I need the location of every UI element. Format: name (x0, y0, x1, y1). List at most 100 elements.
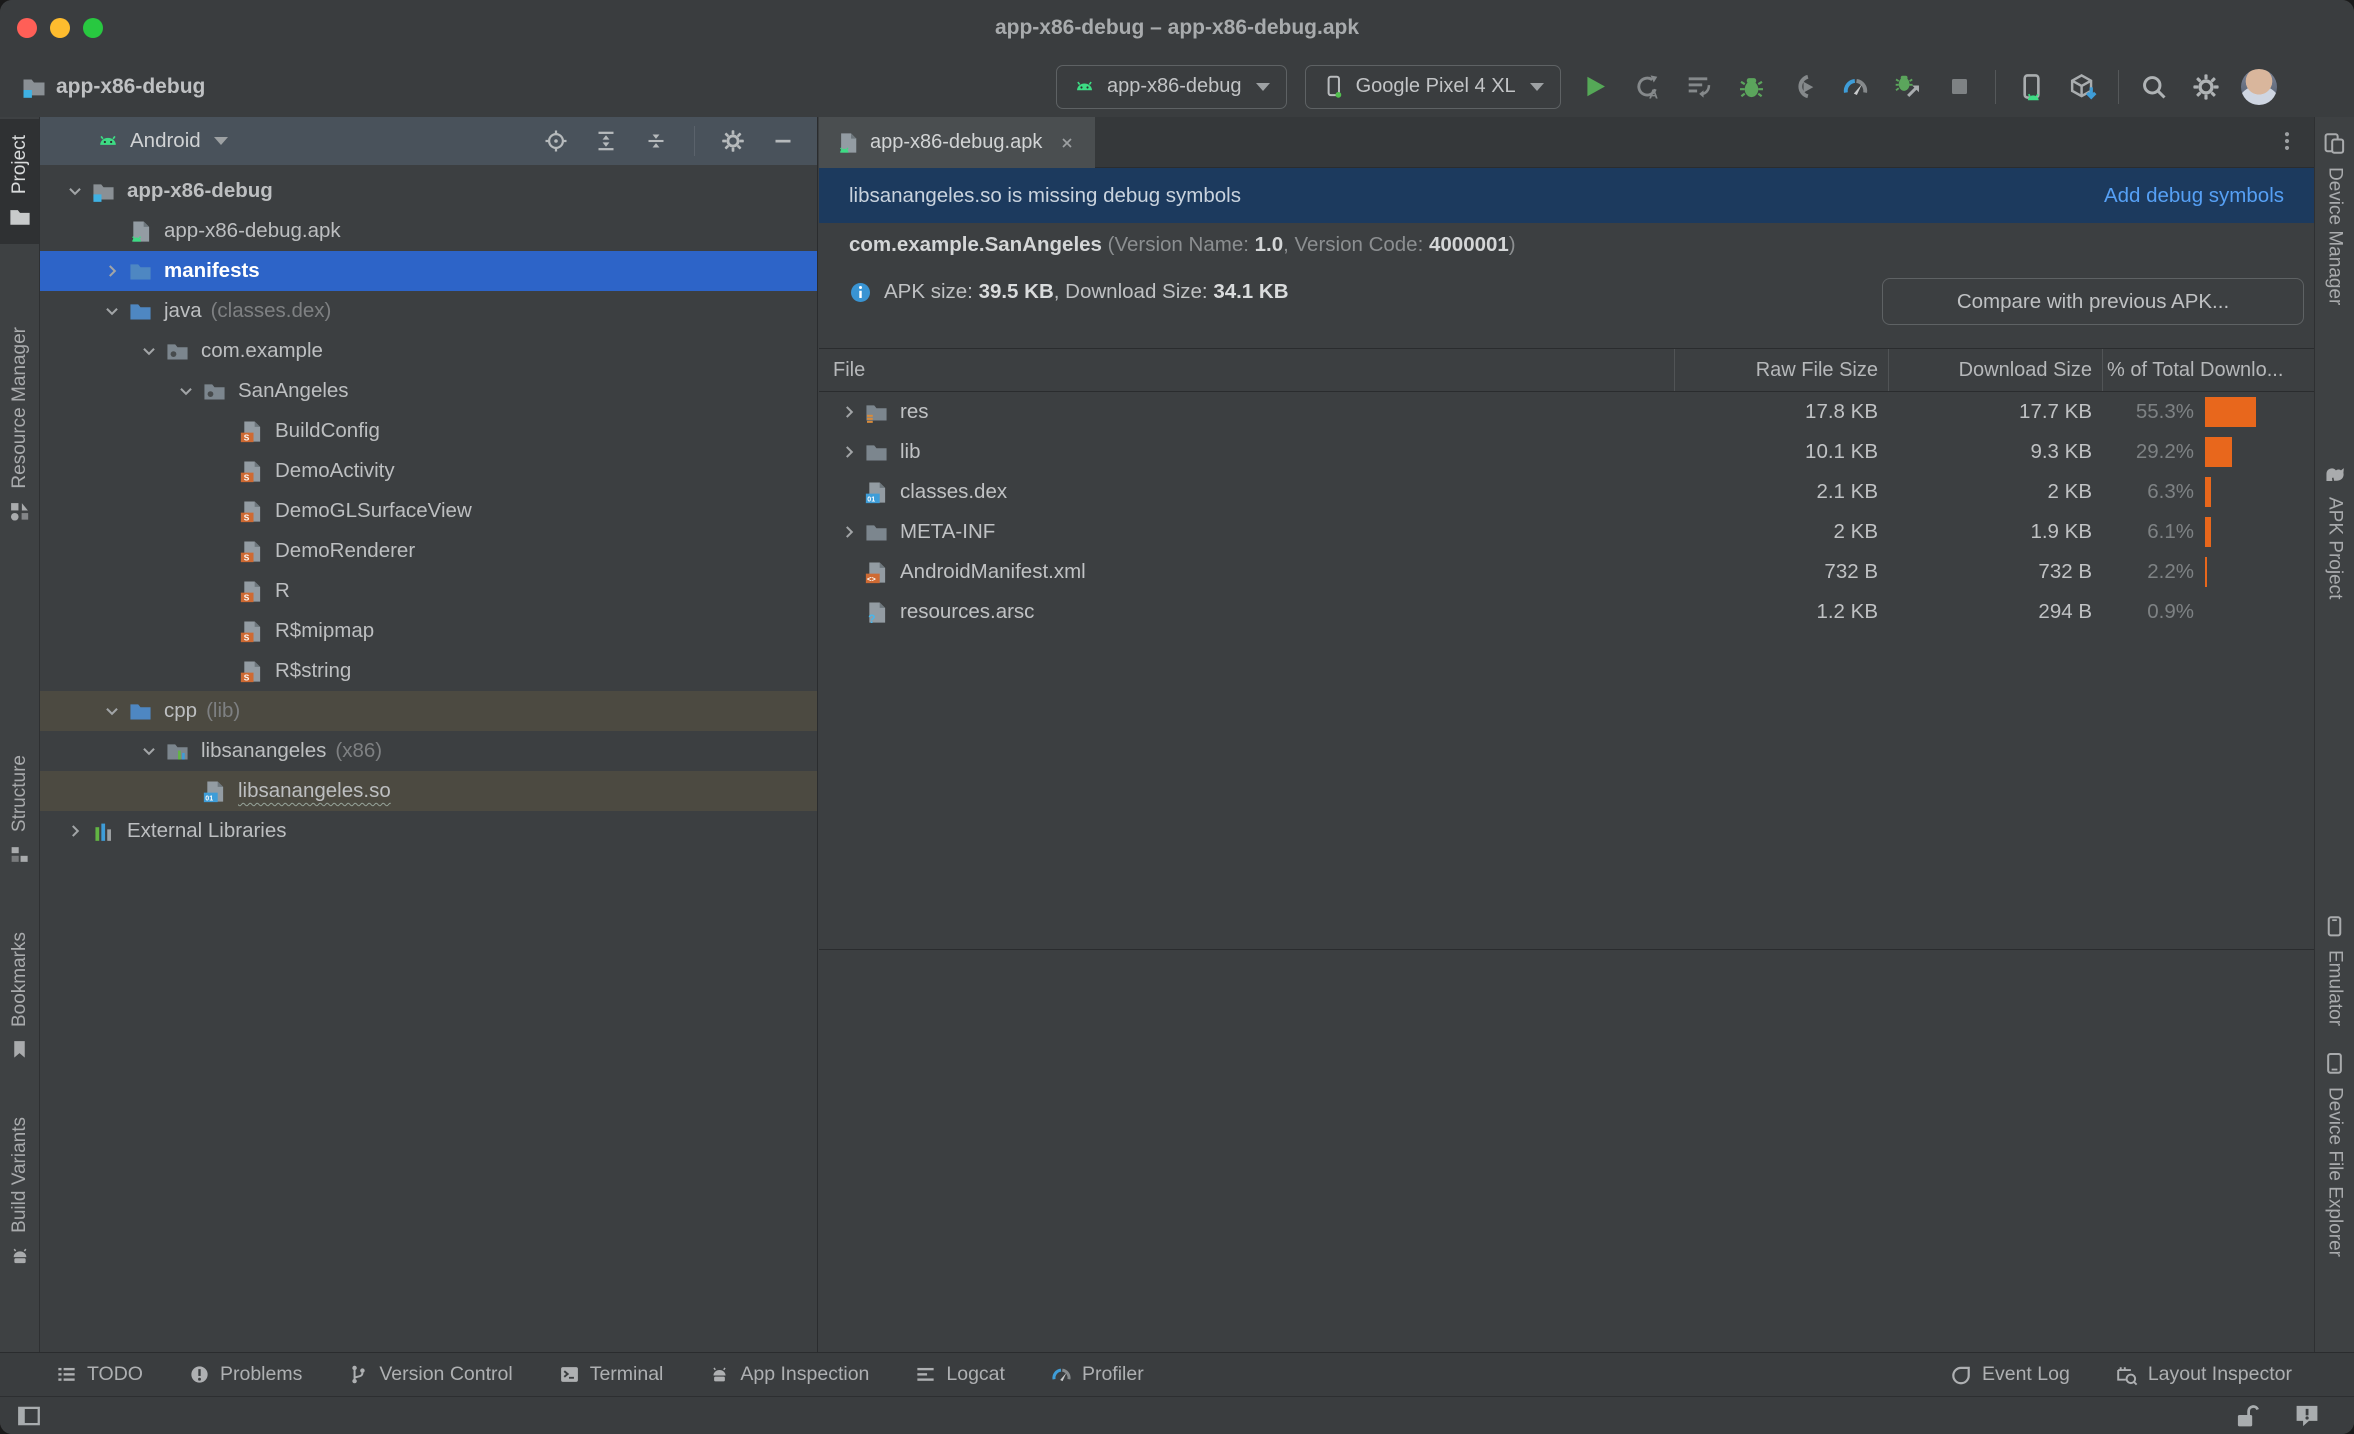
tab-app-x86-debug-apk[interactable]: app-x86-debug.apk (819, 117, 1096, 168)
sidebar-item-app-inspection[interactable]: App Inspection (709, 1363, 869, 1386)
column-header-download-size[interactable]: Download Size (1888, 349, 2102, 391)
tree-item-com-example[interactable]: com.example (40, 331, 817, 371)
close-window-button[interactable] (17, 18, 37, 38)
profile-button[interactable] (1839, 70, 1873, 104)
search-everywhere-button[interactable] (2137, 70, 2171, 104)
close-icon[interactable] (1059, 135, 1075, 151)
avatar[interactable] (2240, 68, 2277, 105)
tree-item-cpp[interactable]: cpp (lib) (40, 691, 817, 731)
sidebar-item-version-control[interactable]: Version Control (348, 1363, 513, 1386)
select-opened-file-button[interactable] (544, 129, 568, 153)
compare-apk-button[interactable]: Compare with previous APK... (1882, 278, 2304, 325)
sidebar-item-bookmarks[interactable]: Bookmarks (0, 932, 39, 1060)
unlock-indicator[interactable] (2234, 1403, 2260, 1429)
add-debug-symbols-link[interactable]: Add debug symbols (2104, 184, 2284, 208)
sidebar-item-emulator[interactable]: Emulator (2315, 915, 2354, 1026)
sidebar-item-logcat[interactable]: Logcat (915, 1363, 1005, 1386)
sidebar-item-profiler[interactable]: Profiler (1051, 1363, 1144, 1386)
project-name[interactable]: app-x86-debug (22, 56, 205, 117)
binary-file-icon (203, 779, 229, 803)
notifications-button[interactable] (2294, 1403, 2320, 1429)
tree-item-r-string[interactable]: R$string (40, 651, 817, 691)
android-icon (1073, 75, 1096, 98)
table-row-classes-dex[interactable]: classes.dex 2.1 KB 2 KB 6.3% (819, 472, 2314, 512)
apk-file-icon (129, 219, 155, 243)
chevron-right-icon[interactable] (58, 822, 92, 840)
profile-low-overhead-button[interactable] (1891, 70, 1925, 104)
tree-item-r[interactable]: R (40, 571, 817, 611)
table-row-androidmanifest[interactable]: AndroidManifest.xml 732 B 732 B 2.2% (819, 552, 2314, 592)
column-header-file[interactable]: File (819, 349, 1674, 391)
percent-bar (2205, 437, 2232, 467)
debug-symbols-banner: libsanangeles.so is missing debug symbol… (819, 168, 2314, 223)
sidebar-item-layout-inspector[interactable]: Layout Inspector (2116, 1363, 2292, 1386)
tree-item-app-x86-debug-apk[interactable]: app-x86-debug.apk (40, 211, 817, 251)
tree-item-manifests[interactable]: manifests (40, 251, 817, 291)
tree-item-java[interactable]: java (classes.dex) (40, 291, 817, 331)
attach-debugger-button[interactable] (1787, 70, 1821, 104)
sidebar-item-event-log[interactable]: Event Log (1950, 1363, 2070, 1386)
debug-icon (1738, 73, 1765, 100)
column-header-raw-size[interactable]: Raw File Size (1674, 349, 1888, 391)
device-mirroring-button[interactable] (2014, 70, 2048, 104)
minimize-window-button[interactable] (50, 18, 70, 38)
table-row-lib[interactable]: lib 10.1 KB 9.3 KB 29.2% (819, 432, 2314, 472)
sidebar-item-device-file-explorer[interactable]: Device File Explorer (2315, 1052, 2354, 1257)
device-select[interactable]: Google Pixel 4 XL (1304, 64, 1561, 109)
chevron-right-icon[interactable] (833, 403, 865, 421)
sidebar-item-apk-project[interactable]: APK Project (2315, 462, 2354, 599)
zoom-window-button[interactable] (83, 18, 103, 38)
project-view-selector[interactable]: Android (130, 129, 201, 153)
run-button[interactable] (1579, 70, 1613, 104)
chevron-down-icon[interactable] (169, 382, 203, 400)
sdk-manager-button[interactable] (2066, 70, 2100, 104)
hide-panel-button[interactable] (771, 129, 795, 153)
chevron-right-icon[interactable] (95, 262, 129, 280)
tree-item-libsanangeles[interactable]: libsanangeles (x86) (40, 731, 817, 771)
apply-code-changes-button[interactable] (1683, 70, 1717, 104)
chevron-down-icon[interactable] (132, 342, 166, 360)
settings-button[interactable] (2189, 70, 2223, 104)
tree-item-app-x86-debug[interactable]: app-x86-debug (40, 171, 817, 211)
expand-all-button[interactable] (594, 129, 618, 153)
tree-item-external-libraries[interactable]: External Libraries (40, 811, 817, 851)
editor-split-divider[interactable] (819, 949, 2314, 950)
column-header-percent[interactable]: % of Total Downlo... (2102, 349, 2314, 391)
panel-options-button[interactable] (721, 129, 745, 153)
chevron-down-icon[interactable] (58, 182, 92, 200)
sidebar-item-build-variants[interactable]: Build Variants (0, 1117, 39, 1267)
chevron-right-icon[interactable] (833, 443, 865, 461)
run-configuration-select[interactable]: app-x86-debug (1056, 64, 1287, 109)
table-row-res[interactable]: res 17.8 KB 17.7 KB 55.3% (819, 392, 2314, 432)
sidebar-item-structure[interactable]: Structure (0, 755, 39, 865)
debug-button[interactable] (1735, 70, 1769, 104)
chevron-down-icon[interactable] (95, 302, 129, 320)
tree-item-demoglsurfaceview[interactable]: DemoGLSurfaceView (40, 491, 817, 531)
more-options-button[interactable] (2276, 126, 2298, 156)
chevron-down-icon[interactable] (132, 742, 166, 760)
sidebar-item-resource-manager[interactable]: Resource Manager (0, 327, 39, 522)
window-title: app-x86-debug – app-x86-debug.apk (994, 16, 1360, 39)
tool-window-toggle-button[interactable] (16, 1403, 42, 1429)
tree-item-buildconfig[interactable]: BuildConfig (40, 411, 817, 451)
stop-button[interactable] (1943, 70, 1977, 104)
tree-item-demoactivity[interactable]: DemoActivity (40, 451, 817, 491)
tree-item-libsanangeles-so[interactable]: libsanangeles.so (40, 771, 817, 811)
chevron-down-icon[interactable] (95, 702, 129, 720)
sidebar-item-todo[interactable]: TODO (56, 1363, 143, 1386)
sidebar-item-terminal[interactable]: Terminal (559, 1363, 663, 1386)
percent-bar (2205, 517, 2211, 547)
table-row-resources-arsc[interactable]: resources.arsc 1.2 KB 294 B 0.9% (819, 592, 2314, 632)
chevron-right-icon[interactable] (833, 523, 865, 541)
folder-icon (865, 520, 891, 544)
tree-item-sanangeles[interactable]: SanAngeles (40, 371, 817, 411)
sidebar-item-project[interactable]: Project (0, 119, 39, 245)
tree-item-r-mipmap[interactable]: R$mipmap (40, 611, 817, 651)
chevron-down-icon[interactable] (213, 137, 228, 145)
apply-changes-button[interactable] (1631, 70, 1665, 104)
sidebar-item-device-manager[interactable]: Device Manager (2315, 132, 2354, 305)
tree-item-demorenderer[interactable]: DemoRenderer (40, 531, 817, 571)
sidebar-item-problems[interactable]: Problems (189, 1363, 302, 1386)
table-row-meta-inf[interactable]: META-INF 2 KB 1.9 KB 6.1% (819, 512, 2314, 552)
collapse-all-button[interactable] (644, 129, 668, 153)
